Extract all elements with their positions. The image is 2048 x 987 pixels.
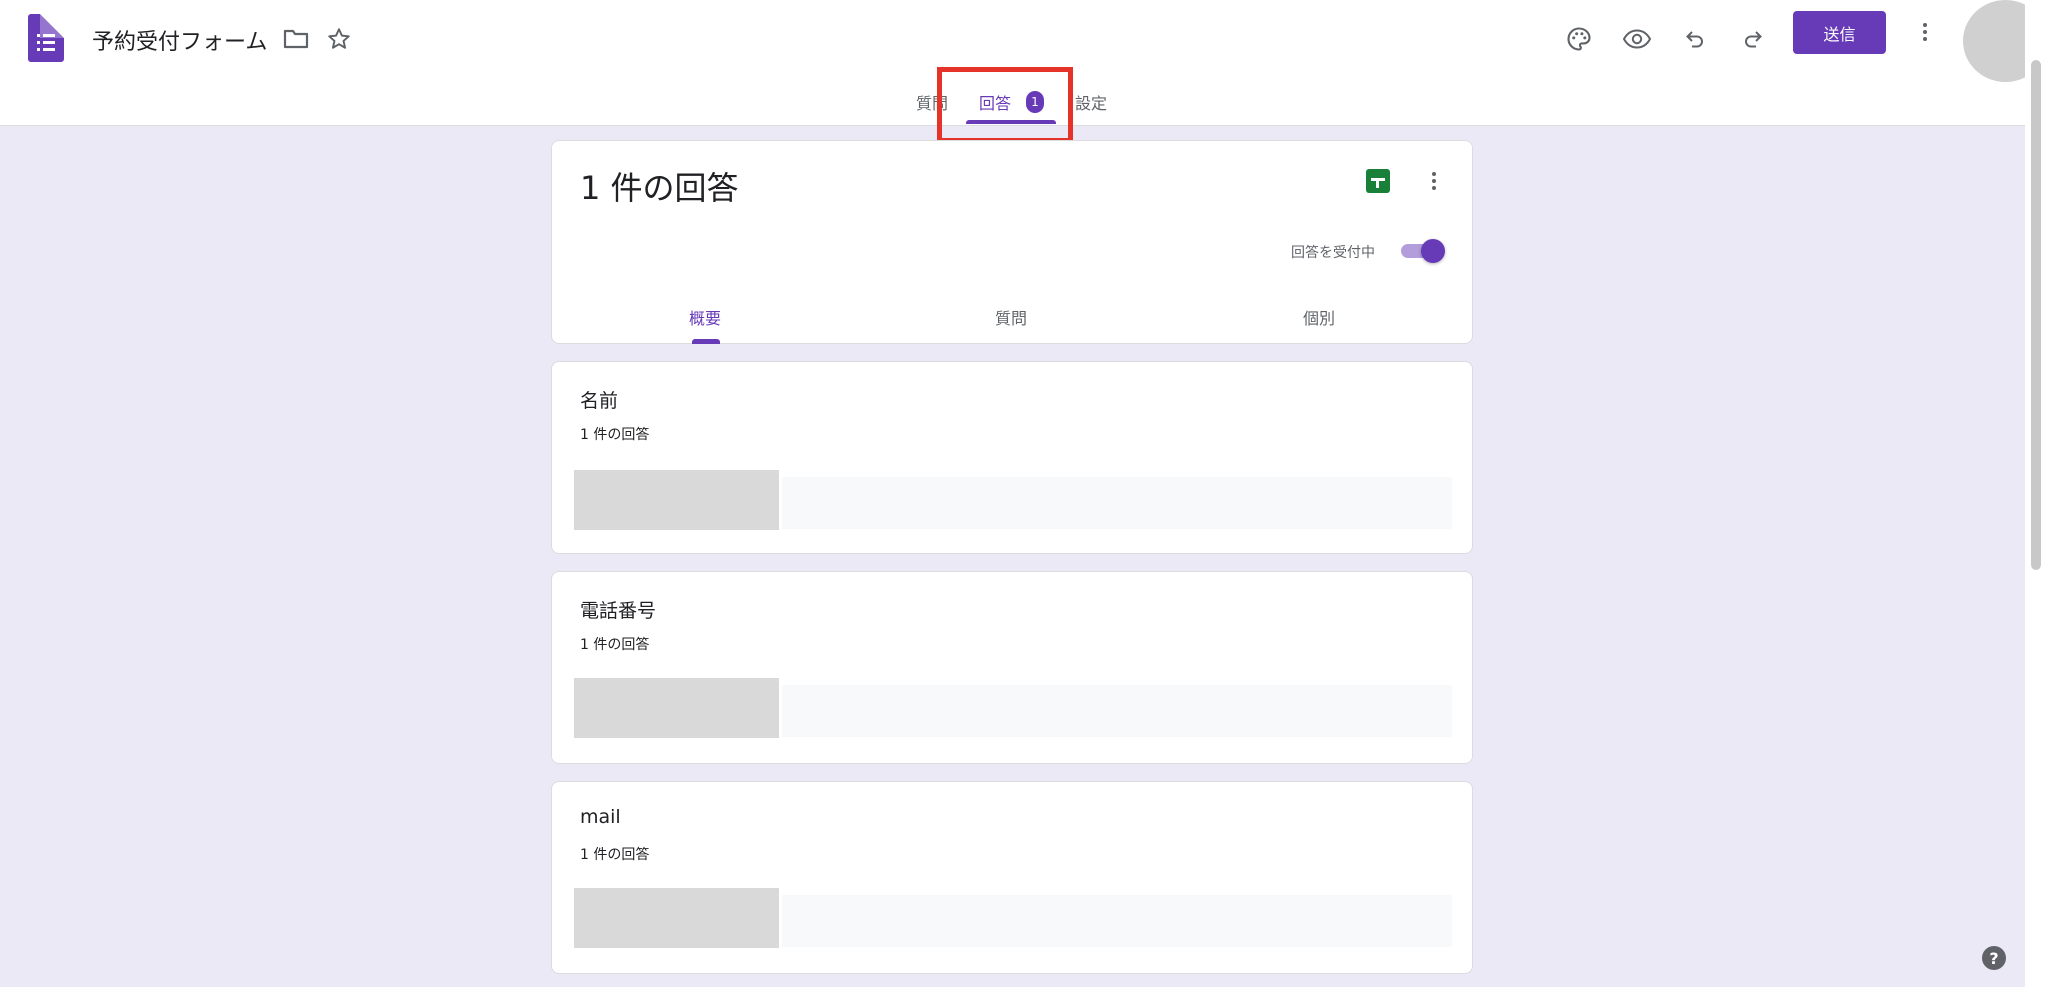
subtab-summary[interactable]: 概要 [689, 305, 721, 329]
redacted-response [574, 678, 779, 738]
response-row [782, 685, 1452, 737]
question-title: mail [580, 806, 621, 828]
redacted-response [574, 470, 779, 530]
question-card: mail 1 件の回答 [551, 781, 1473, 974]
tab-settings[interactable]: 設定 [1075, 90, 1107, 114]
palette-icon[interactable] [1562, 22, 1596, 56]
annotation-highlight-box [937, 67, 1073, 143]
forms-logo-icon[interactable] [28, 14, 64, 62]
question-title: 名前 [580, 390, 619, 412]
question-response-count: 1 件の回答 [580, 847, 650, 863]
help-icon[interactable]: ? [1982, 946, 2006, 970]
question-response-count: 1 件の回答 [580, 427, 650, 443]
subtab-question[interactable]: 質問 [995, 305, 1027, 329]
preview-icon[interactable] [1620, 22, 1654, 56]
folder-icon[interactable] [279, 22, 313, 56]
question-card: 名前 1 件の回答 [551, 361, 1473, 554]
more-vert-icon[interactable] [1913, 20, 1937, 44]
document-title[interactable]: 予約受付フォーム [92, 24, 267, 56]
response-row [782, 477, 1452, 529]
undo-icon[interactable] [1678, 22, 1712, 56]
redacted-response [574, 888, 779, 948]
star-icon[interactable] [322, 22, 356, 56]
question-card: 電話番号 1 件の回答 [551, 571, 1473, 764]
accepting-responses-label: 回答を受付中 [1291, 245, 1375, 261]
send-button[interactable]: 送信 [1793, 11, 1886, 54]
accepting-responses-toggle[interactable] [1399, 239, 1445, 263]
question-response-count: 1 件の回答 [580, 637, 650, 653]
scrollbar-thumb[interactable] [2031, 60, 2041, 570]
summary-card: 1 件の回答 回答を受付中 概要 質問 個別 [551, 140, 1473, 344]
sheets-icon[interactable] [1366, 169, 1390, 193]
question-title: 電話番号 [580, 600, 657, 622]
card-more-icon[interactable] [1422, 169, 1446, 193]
subtab-individual[interactable]: 個別 [1303, 305, 1335, 329]
response-row [782, 895, 1452, 947]
response-count-title: 1 件の回答 [580, 169, 739, 207]
active-subtab-indicator [692, 339, 720, 344]
redo-icon[interactable] [1736, 22, 1770, 56]
